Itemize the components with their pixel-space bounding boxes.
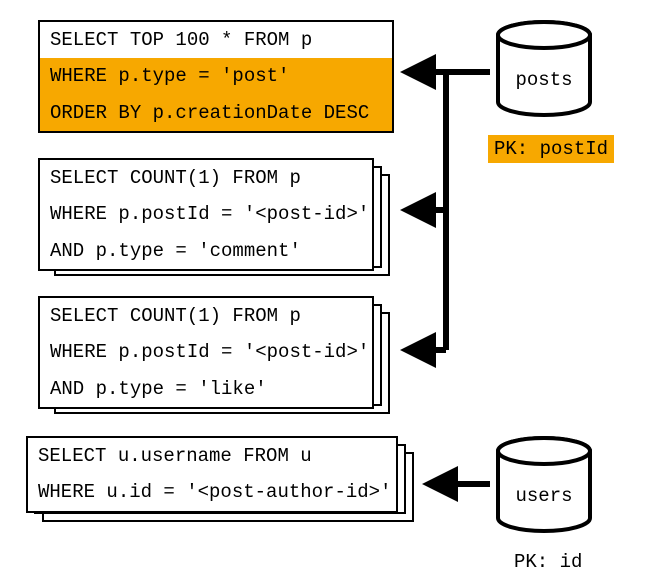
- sql-line: SELECT u.username FROM u: [28, 438, 396, 474]
- database-name-text: posts: [515, 69, 572, 91]
- pk-label-posts: PK: postId: [488, 135, 614, 163]
- sql-line: SELECT TOP 100 * FROM p: [40, 22, 392, 58]
- query-box-username: SELECT u.username FROM u WHERE u.id = '<…: [26, 436, 398, 513]
- sql-line: AND p.type = 'comment': [40, 233, 372, 269]
- query-box-count-comments: SELECT COUNT(1) FROM p WHERE p.postId = …: [38, 158, 374, 271]
- sql-line: SELECT COUNT(1) FROM p: [40, 298, 372, 334]
- database-name-text: users: [515, 485, 572, 507]
- database-icon: posts: [494, 20, 594, 120]
- sql-line: WHERE p.postId = '<post-id>': [40, 334, 372, 370]
- pk-label-text: PK: id: [508, 548, 588, 576]
- query-box-count-likes: SELECT COUNT(1) FROM p WHERE p.postId = …: [38, 296, 374, 409]
- database-icon: users: [494, 436, 594, 536]
- sql-line-highlight: ORDER BY p.creationDate DESC: [40, 95, 392, 131]
- pk-label-users: PK: id: [508, 548, 588, 576]
- sql-line: AND p.type = 'like': [40, 371, 372, 407]
- database-posts: posts: [494, 20, 594, 120]
- sql-line: WHERE p.postId = '<post-id>': [40, 196, 372, 232]
- sql-line: WHERE u.id = '<post-author-id>': [28, 474, 396, 510]
- pk-label-text: PK: postId: [488, 135, 614, 163]
- database-users: users: [494, 436, 594, 536]
- sql-line: SELECT COUNT(1) FROM p: [40, 160, 372, 196]
- sql-line-highlight: WHERE p.type = 'post': [40, 58, 392, 94]
- query-box-top100: SELECT TOP 100 * FROM p WHERE p.type = '…: [38, 20, 394, 133]
